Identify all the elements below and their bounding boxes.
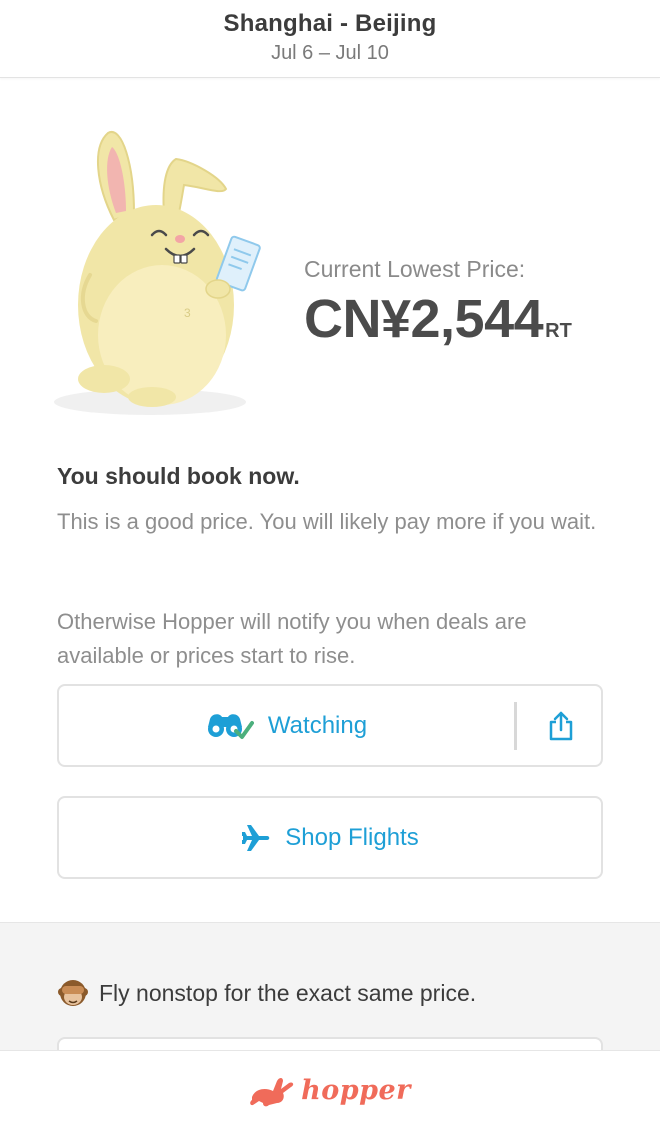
hopper-logo[interactable]: hopper: [249, 1075, 411, 1107]
shop-flights-button[interactable]: Shop Flights: [57, 796, 603, 879]
shop-flights-label: Shop Flights: [285, 823, 419, 851]
app-screen: Shanghai - Beijing Jul 6 – Jul 10 3 Curr…: [0, 0, 660, 1130]
recommendation-detail: This is a good price. You will likely pa…: [57, 509, 597, 534]
share-icon: [549, 711, 573, 740]
watching-button[interactable]: Watching: [59, 686, 514, 765]
price-value: CN¥2,544: [304, 289, 544, 349]
brand-wordmark: hopper: [301, 1075, 411, 1106]
price-row: CN¥2,544 RT: [304, 288, 572, 350]
route-title[interactable]: Shanghai - Beijing: [0, 10, 660, 38]
svg-text:3: 3: [184, 306, 191, 320]
footer: hopper: [0, 1050, 660, 1130]
share-button[interactable]: [535, 686, 587, 765]
trip-type-suffix: RT: [545, 320, 572, 342]
recommendation-headline: You should book now.: [57, 463, 300, 489]
bunny-mascot-illustration: 3: [54, 131, 261, 415]
notify-description: Otherwise Hopper will notify you when de…: [57, 609, 527, 668]
nonstop-promo-text: Fly nonstop for the exact same price.: [99, 979, 477, 1006]
watching-label: Watching: [267, 711, 368, 739]
see-no-evil-monkey-icon: [58, 980, 88, 1006]
trip-dates[interactable]: Jul 6 – Jul 10: [0, 42, 660, 65]
binoculars-check-icon: [207, 713, 254, 739]
button-divider: [514, 702, 517, 750]
nonstop-promo: Fly nonstop for the exact same price.: [57, 977, 476, 1009]
shop-flights-content: Shop Flights: [59, 798, 601, 877]
nonstop-promo-section: Fly nonstop for the exact same price.: [0, 922, 660, 1077]
bunny-logo-icon: [250, 1077, 294, 1106]
price-label: Current Lowest Price:: [304, 256, 526, 282]
airplane-icon: [242, 824, 270, 851]
header: Shanghai - Beijing Jul 6 – Jul 10: [0, 0, 660, 78]
watching-button-group: Watching: [57, 684, 603, 767]
